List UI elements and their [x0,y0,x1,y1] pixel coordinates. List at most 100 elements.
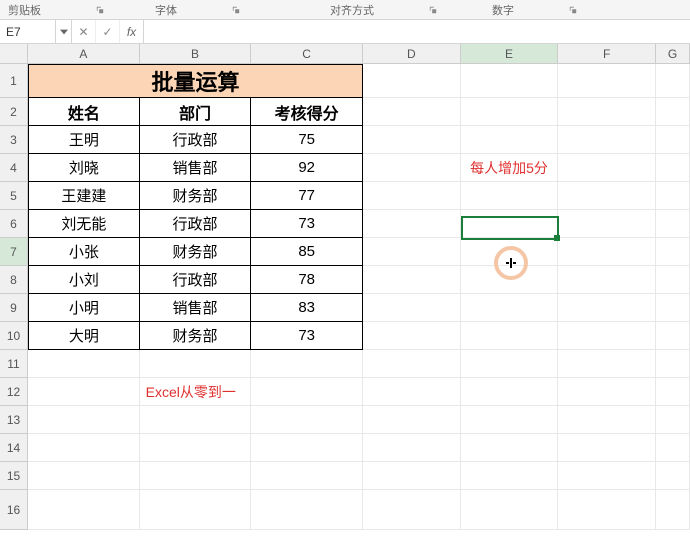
cell[interactable] [363,98,461,126]
data-name-cell[interactable]: 王明 [28,126,140,154]
data-dept-cell[interactable]: 行政部 [140,266,252,294]
cell[interactable] [558,64,656,98]
cell[interactable] [251,378,363,406]
cell[interactable] [656,490,690,530]
data-score-cell[interactable]: 73 [251,322,363,350]
cell[interactable] [461,434,559,462]
cell[interactable] [656,434,690,462]
row-header-3[interactable]: 3 [0,126,27,154]
cell[interactable] [558,378,656,406]
data-score-cell[interactable]: 83 [251,294,363,322]
data-score-cell[interactable]: 73 [251,210,363,238]
row-header-4[interactable]: 4 [0,154,27,182]
cells-area[interactable]: 批量运算姓名部门考核得分王明行政部75刘晓销售部92每人增加5分王建建财务部77… [28,64,690,557]
row-header-2[interactable]: 2 [0,98,27,126]
row-header-16[interactable]: 16 [0,490,27,530]
cell[interactable] [251,462,363,490]
cell[interactable] [558,322,656,350]
cell[interactable] [363,182,461,210]
cell[interactable] [363,462,461,490]
data-name-cell[interactable]: 王建建 [28,182,140,210]
data-dept-cell[interactable]: 行政部 [140,126,252,154]
cell[interactable] [656,350,690,378]
cell[interactable] [461,294,559,322]
cell[interactable] [656,154,690,182]
clipboard-launcher-icon[interactable] [94,4,106,16]
row-header-9[interactable]: 9 [0,294,27,322]
select-all-corner[interactable] [0,44,28,64]
col-header-B[interactable]: B [140,44,252,63]
cell[interactable] [251,490,363,530]
cell[interactable] [656,266,690,294]
cell[interactable] [558,126,656,154]
cell[interactable] [558,406,656,434]
cell[interactable] [363,378,461,406]
cell[interactable] [558,154,656,182]
cell[interactable] [656,378,690,406]
cell[interactable] [558,210,656,238]
col-header-A[interactable]: A [28,44,140,63]
cell[interactable] [363,294,461,322]
cell[interactable] [461,126,559,154]
cell[interactable] [656,182,690,210]
cell[interactable] [656,126,690,154]
formula-input[interactable] [144,20,690,43]
data-dept-cell[interactable]: 销售部 [140,154,252,182]
cell[interactable] [251,406,363,434]
cell[interactable] [558,266,656,294]
header-name[interactable]: 姓名 [28,98,140,126]
data-name-cell[interactable]: 小明 [28,294,140,322]
row-header-14[interactable]: 14 [0,434,27,462]
cell[interactable] [363,350,461,378]
cell[interactable] [363,266,461,294]
row-header-15[interactable]: 15 [0,462,27,490]
data-name-cell[interactable]: 小刘 [28,266,140,294]
alignment-launcher-icon[interactable] [427,4,439,16]
data-dept-cell[interactable]: 财务部 [140,322,252,350]
cell[interactable] [363,126,461,154]
cell[interactable] [140,490,252,530]
data-score-cell[interactable]: 85 [251,238,363,266]
data-name-cell[interactable]: 大明 [28,322,140,350]
data-score-cell[interactable]: 75 [251,126,363,154]
header-score[interactable]: 考核得分 [251,98,363,126]
cell[interactable] [656,210,690,238]
data-name-cell[interactable]: 刘晓 [28,154,140,182]
cell[interactable] [656,98,690,126]
row-header-6[interactable]: 6 [0,210,27,238]
cell[interactable] [461,406,559,434]
cell[interactable] [28,406,140,434]
cell[interactable] [461,98,559,126]
cell[interactable] [28,350,140,378]
cell[interactable] [363,434,461,462]
cell[interactable] [558,490,656,530]
cell[interactable] [140,462,252,490]
col-header-D[interactable]: D [363,44,461,63]
data-dept-cell[interactable]: 财务部 [140,238,252,266]
row-header-11[interactable]: 11 [0,350,27,378]
cell[interactable] [363,238,461,266]
name-box-dropdown-icon[interactable] [56,20,72,43]
cell[interactable] [251,350,363,378]
row-header-10[interactable]: 10 [0,322,27,350]
cell[interactable] [461,210,559,238]
col-header-E[interactable]: E [461,44,559,63]
row-header-13[interactable]: 13 [0,406,27,434]
cell[interactable] [28,490,140,530]
data-score-cell[interactable]: 92 [251,154,363,182]
row-headers[interactable]: 12345678910111213141516 [0,64,28,530]
cell[interactable] [461,238,559,266]
number-launcher-icon[interactable] [567,4,579,16]
row-header-1[interactable]: 1 [0,64,27,98]
note-watermark[interactable]: Excel从零到一 [140,378,252,406]
cell[interactable] [363,322,461,350]
row-header-12[interactable]: 12 [0,378,27,406]
row-header-5[interactable]: 5 [0,182,27,210]
cell[interactable] [140,406,252,434]
col-header-C[interactable]: C [251,44,363,63]
title-cell[interactable]: 批量运算 [28,64,363,98]
cell[interactable] [461,322,559,350]
cell[interactable] [461,266,559,294]
cell[interactable] [558,434,656,462]
data-name-cell[interactable]: 小张 [28,238,140,266]
